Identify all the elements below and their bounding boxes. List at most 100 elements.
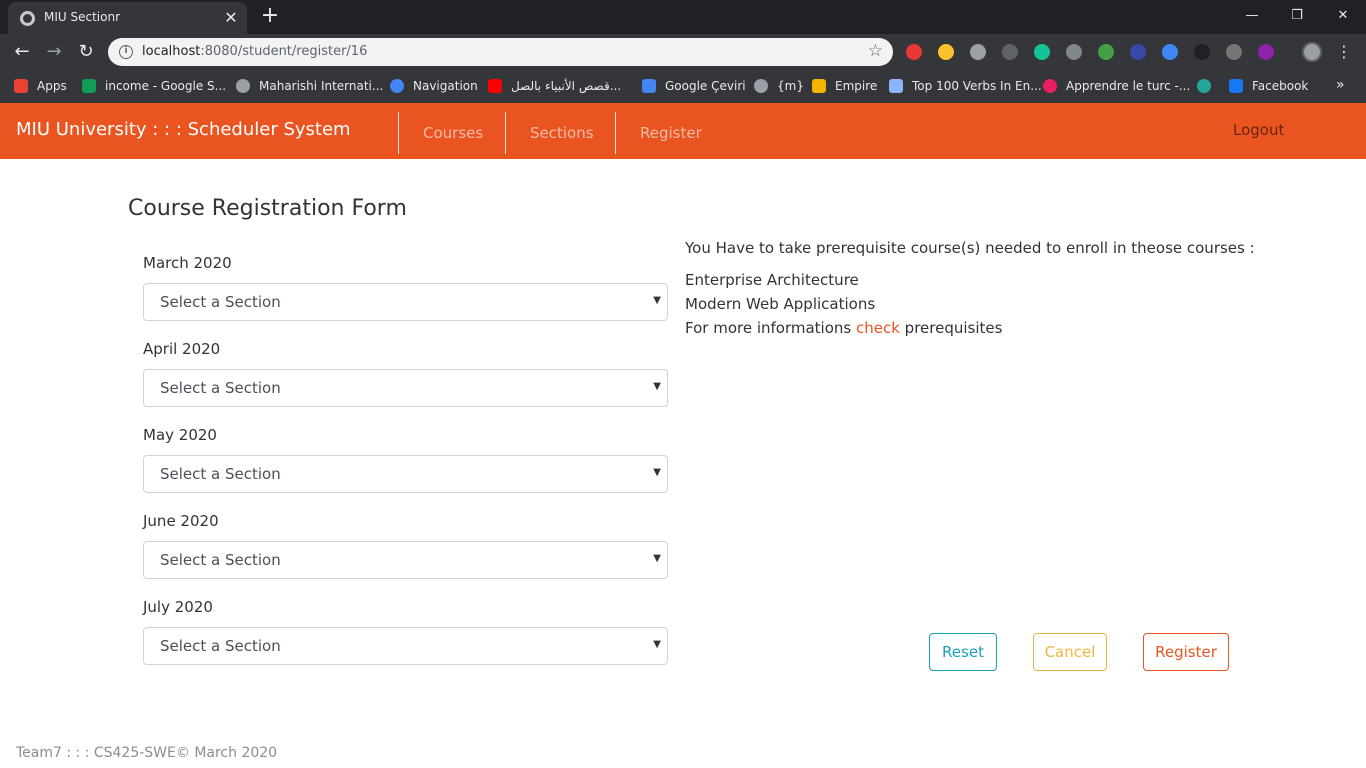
prerequisite-more-info: For more informations check prerequisite… xyxy=(685,319,1002,337)
more-info-suffix: prerequisites xyxy=(899,319,1003,337)
bookmark-label: Google Çeviri xyxy=(665,79,746,93)
terminal-icon[interactable] xyxy=(1194,44,1210,60)
url-text[interactable]: localhost:8080/student/register/16 xyxy=(142,44,367,59)
globe-icon xyxy=(236,79,250,93)
extension-icon[interactable] xyxy=(1066,44,1082,60)
caret-down-icon: ▼ xyxy=(653,381,661,392)
bookmark-apps[interactable]: Apps xyxy=(14,77,67,95)
bookmark-youtube[interactable]: قصص الأنبياء بالصل... xyxy=(488,77,621,95)
caret-down-icon: ▼ xyxy=(653,467,661,478)
bookmark-label: Top 100 Verbs In En... xyxy=(912,79,1042,93)
extension-icon[interactable] xyxy=(1002,44,1018,60)
bookmark-facebook[interactable]: Facebook xyxy=(1229,77,1308,95)
bookmark-star-icon[interactable]: ☆ xyxy=(868,41,883,61)
more-bookmarks-icon[interactable]: » xyxy=(1336,77,1345,93)
month-label-july: July 2020 xyxy=(143,598,213,616)
month-label-march: March 2020 xyxy=(143,254,232,272)
bookmark-google-ceviri[interactable]: Google Çeviri xyxy=(642,77,746,95)
footer-text: Team7 : : : CS425-SWE© March 2020 xyxy=(16,745,278,761)
month-label-june: June 2020 xyxy=(143,512,219,530)
browser-tab-bar: MIU Sectionr ✕ + — ❐ ✕ xyxy=(0,0,1366,34)
minimize-icon[interactable]: — xyxy=(1240,4,1264,28)
bookmark-label: Apprendre le turc -... xyxy=(1066,79,1191,93)
url-path: :8080/student/register/16 xyxy=(200,44,368,59)
bookmark-m[interactable]: {m} xyxy=(754,77,804,95)
window-close-icon[interactable]: ✕ xyxy=(1331,4,1355,28)
youtube-icon xyxy=(488,79,502,93)
facebook-icon xyxy=(1229,79,1243,93)
bookmark-turc[interactable]: Apprendre le turc -... xyxy=(1043,77,1190,95)
extension-icon[interactable] xyxy=(906,44,922,60)
bookmark-empire[interactable]: Empire xyxy=(812,77,877,95)
extension-icon[interactable] xyxy=(1258,44,1274,60)
app-navbar: MIU University : : : Scheduler System Co… xyxy=(0,103,1366,159)
bookmark-label: قصص الأنبياء بالصل... xyxy=(511,79,622,93)
back-icon[interactable]: ← xyxy=(10,40,34,64)
month-label-may: May 2020 xyxy=(143,426,217,444)
prerequisite-course: Enterprise Architecture xyxy=(685,271,859,289)
translate-icon xyxy=(642,79,656,93)
extension-icon[interactable] xyxy=(938,44,954,60)
empire-icon xyxy=(812,79,826,93)
bookmark-untitled[interactable] xyxy=(1197,77,1220,95)
browser-tab[interactable]: MIU Sectionr ✕ xyxy=(8,2,247,34)
close-tab-icon[interactable]: ✕ xyxy=(221,8,241,28)
caret-down-icon: ▼ xyxy=(653,553,661,564)
new-tab-icon[interactable]: + xyxy=(258,5,282,29)
url-host: localhost xyxy=(142,44,201,59)
extension-icon[interactable] xyxy=(1130,44,1146,60)
select-value: Select a Section xyxy=(160,551,281,569)
select-value: Select a Section xyxy=(160,379,281,397)
page-title: Course Registration Form xyxy=(128,196,407,221)
app-brand[interactable]: MIU University : : : Scheduler System xyxy=(16,119,351,140)
navigation-icon xyxy=(390,79,404,93)
bookmark-navigation[interactable]: Navigation xyxy=(390,77,478,95)
bookmark-maharishi[interactable]: Maharishi Internati... xyxy=(236,77,383,95)
extension-icon[interactable] xyxy=(970,44,986,60)
bookmark-label: Empire xyxy=(835,79,878,93)
select-value: Select a Section xyxy=(160,465,281,483)
bookmark-label: Maharishi Internati... xyxy=(259,79,384,93)
restore-icon[interactable]: ❐ xyxy=(1285,4,1309,28)
tab-title: MIU Sectionr xyxy=(44,10,121,24)
bookmark-top-verbs[interactable]: Top 100 Verbs In En... xyxy=(889,77,1042,95)
forward-icon[interactable]: → xyxy=(42,40,66,64)
prerequisite-course: Modern Web Applications xyxy=(685,295,876,313)
bookmark-income[interactable]: income - Google S... xyxy=(82,77,226,95)
translate-icon[interactable] xyxy=(1162,44,1178,60)
section-select-june[interactable]: Select a Section ▼ xyxy=(143,541,668,579)
bookmark-site-icon xyxy=(889,79,903,93)
section-select-march[interactable]: Select a Section ▼ xyxy=(143,283,668,321)
section-select-april[interactable]: Select a Section ▼ xyxy=(143,369,668,407)
info-icon[interactable]: i xyxy=(119,45,133,59)
bookmark-site-icon xyxy=(1043,79,1057,93)
extension-icon[interactable] xyxy=(1098,44,1114,60)
sheets-icon xyxy=(82,79,96,93)
bookmark-label: {m} xyxy=(777,79,804,93)
browser-menu-icon[interactable]: ⋮ xyxy=(1336,40,1352,64)
nav-courses[interactable]: Courses xyxy=(398,112,505,154)
reload-icon[interactable]: ↻ xyxy=(74,40,98,64)
cancel-button[interactable]: Cancel xyxy=(1033,633,1107,671)
select-value: Select a Section xyxy=(160,637,281,655)
profile-avatar[interactable] xyxy=(1302,42,1322,62)
select-value: Select a Section xyxy=(160,293,281,311)
logout-link[interactable]: Logout xyxy=(1233,121,1284,139)
reset-button[interactable]: Reset xyxy=(929,633,997,671)
facebook-ext-icon[interactable] xyxy=(1226,44,1242,60)
prerequisite-notice: You Have to take prerequisite course(s) … xyxy=(685,239,1255,257)
globe-icon xyxy=(754,79,768,93)
section-select-july[interactable]: Select a Section ▼ xyxy=(143,627,668,665)
register-button[interactable]: Register xyxy=(1143,633,1229,671)
caret-down-icon: ▼ xyxy=(653,639,661,650)
caret-down-icon: ▼ xyxy=(653,295,661,306)
apps-grid-icon xyxy=(14,79,28,93)
more-info-prefix: For more informations xyxy=(685,319,856,337)
check-prerequisites-link[interactable]: check xyxy=(856,319,900,337)
address-bar[interactable]: i localhost:8080/student/register/16 ☆ xyxy=(108,38,893,66)
grammarly-icon[interactable] xyxy=(1034,44,1050,60)
nav-register[interactable]: Register xyxy=(615,112,725,154)
nav-sections[interactable]: Sections xyxy=(505,112,615,154)
bookmark-label: Apps xyxy=(37,79,67,93)
section-select-may[interactable]: Select a Section ▼ xyxy=(143,455,668,493)
